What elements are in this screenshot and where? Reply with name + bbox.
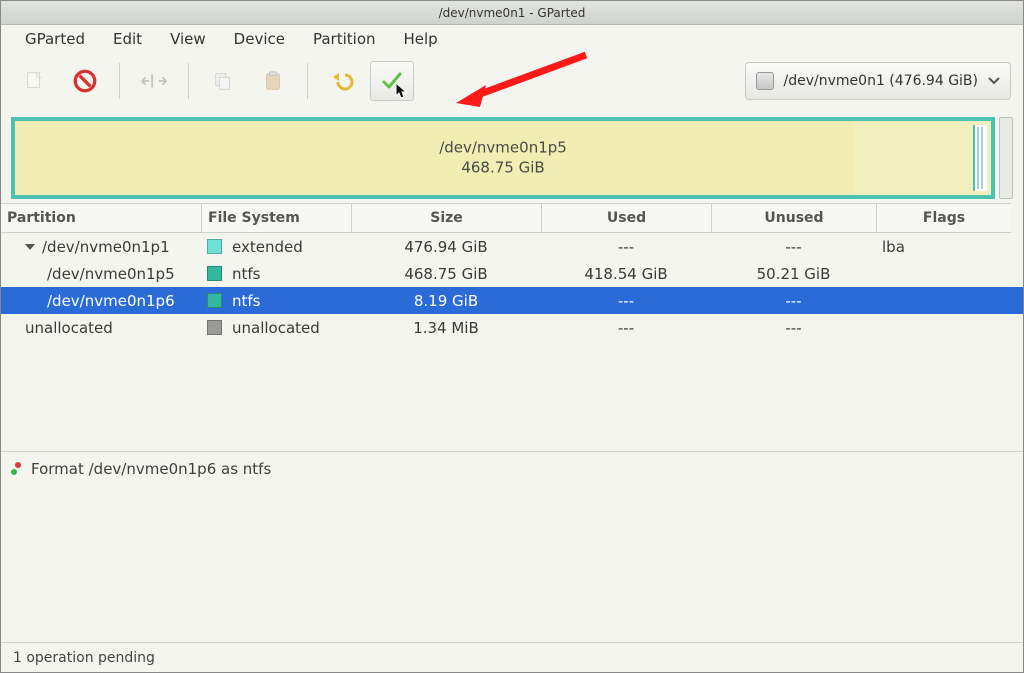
cell-used: 418.54 GiB: [541, 265, 711, 283]
cell-unused: ---: [711, 319, 876, 337]
col-flags[interactable]: Flags: [876, 203, 1011, 233]
partition-map-used: [15, 121, 854, 195]
cell-partition: unallocated: [1, 319, 201, 337]
toolbar: /dev/nvme0n1 (476.94 GiB): [1, 53, 1023, 109]
cell-filesystem: ntfs: [201, 265, 351, 283]
menu-help[interactable]: Help: [390, 25, 452, 53]
cell-size: 468.75 GiB: [351, 265, 541, 283]
table-row[interactable]: /dev/nvme0n1p6ntfs8.19 GiB------: [1, 287, 1023, 314]
menu-view[interactable]: View: [156, 25, 220, 53]
fs-label: unallocated: [232, 319, 320, 337]
cell-filesystem: unallocated: [201, 319, 351, 337]
cell-partition: /dev/nvme0n1p6: [1, 292, 201, 310]
table-row[interactable]: /dev/nvme0n1p1extended476.94 GiB------lb…: [1, 233, 1023, 260]
menu-gparted[interactable]: GParted: [11, 25, 99, 53]
col-filesystem[interactable]: File System: [201, 203, 351, 233]
col-partition[interactable]: Partition: [1, 203, 201, 233]
cell-size: 8.19 GiB: [351, 292, 541, 310]
partition-name: /dev/nvme0n1p1: [42, 238, 170, 256]
partition-name: unallocated: [25, 319, 113, 337]
cell-filesystem: ntfs: [201, 292, 351, 310]
toolbar-separator: [119, 63, 120, 99]
partition-name: /dev/nvme0n1p5: [47, 265, 175, 283]
format-operation-icon: [11, 462, 25, 476]
partition-table: Partition File System Size Used Unused F…: [1, 203, 1023, 341]
paste-icon: [262, 70, 284, 92]
apply-button[interactable]: [370, 61, 414, 101]
fs-swatch-icon: [207, 320, 222, 335]
expander-icon[interactable]: [25, 244, 35, 250]
cell-partition: /dev/nvme0n1p1: [1, 238, 201, 256]
toolbar-separator: [188, 63, 189, 99]
disk-icon: [756, 72, 774, 90]
table-row[interactable]: unallocatedunallocated1.34 MiB------: [1, 314, 1023, 341]
cell-size: 1.34 MiB: [351, 319, 541, 337]
map-scrollbar[interactable]: [999, 117, 1013, 199]
statusbar: 1 operation pending: [1, 642, 1023, 672]
paste-button[interactable]: [251, 61, 295, 101]
col-unused[interactable]: Unused: [711, 203, 876, 233]
copy-button[interactable]: [201, 61, 245, 101]
new-partition-button[interactable]: [13, 61, 57, 101]
cell-size: 476.94 GiB: [351, 238, 541, 256]
col-used[interactable]: Used: [541, 203, 711, 233]
toolbar-separator: [307, 63, 308, 99]
chevron-down-icon: [988, 75, 1000, 87]
delete-partition-button[interactable]: [63, 61, 107, 101]
table-row[interactable]: /dev/nvme0n1p5 ntfs 468.75 GiB418.54 GiB50…: [1, 260, 1023, 287]
resize-move-button[interactable]: [132, 61, 176, 101]
gparted-window: /dev/nvme0n1 - GParted GParted Edit View…: [0, 0, 1024, 673]
cell-filesystem: extended: [201, 238, 351, 256]
cell-used: ---: [541, 292, 711, 310]
annotation-arrow: [456, 49, 596, 109]
partition-map-label: /dev/nvme0n1p5 468.75 GiB: [439, 139, 567, 178]
window-title: /dev/nvme0n1 - GParted: [439, 6, 586, 20]
partition-table-body: /dev/nvme0n1p1extended476.94 GiB------lb…: [1, 233, 1023, 341]
partition-map-size: 468.75 GiB: [439, 158, 567, 178]
partition-map-name: /dev/nvme0n1p5: [439, 139, 567, 159]
fs-swatch-icon: [207, 293, 222, 308]
cell-unused: 50.21 GiB: [711, 265, 876, 283]
undo-button[interactable]: [320, 61, 364, 101]
partition-map-row: /dev/nvme0n1p5 468.75 GiB: [1, 109, 1023, 199]
cell-unused: ---: [711, 238, 876, 256]
pending-operations[interactable]: Format /dev/nvme0n1p6 as ntfs: [1, 451, 1023, 486]
cell-used: ---: [541, 238, 711, 256]
menu-partition[interactable]: Partition: [299, 25, 390, 53]
fs-label: extended: [232, 238, 303, 256]
partition-map[interactable]: /dev/nvme0n1p5 468.75 GiB: [11, 117, 995, 199]
menu-edit[interactable]: Edit: [99, 25, 156, 53]
cell-flags: lba: [876, 238, 1011, 256]
col-size[interactable]: Size: [351, 203, 541, 233]
cell-unused: ---: [711, 292, 876, 310]
document-new-icon: [24, 70, 46, 92]
device-selector[interactable]: /dev/nvme0n1 (476.94 GiB): [745, 62, 1011, 100]
undo-icon: [330, 69, 354, 93]
copy-icon: [212, 70, 234, 92]
menu-device[interactable]: Device: [220, 25, 299, 53]
operation-label: Format /dev/nvme0n1p6 as ntfs: [31, 460, 271, 478]
device-selector-label: /dev/nvme0n1 (476.94 GiB): [784, 73, 978, 89]
fs-swatch-icon: [207, 266, 222, 281]
delete-icon: [72, 68, 98, 94]
partition-map-tail: [973, 125, 987, 191]
partition-name: /dev/nvme0n1p6: [47, 292, 175, 310]
fs-swatch-icon: [207, 239, 222, 254]
resize-icon: [140, 71, 168, 91]
partition-table-header: Partition File System Size Used Unused F…: [1, 203, 1023, 233]
cursor-icon: [395, 82, 409, 100]
titlebar: /dev/nvme0n1 - GParted: [1, 1, 1023, 25]
fs-label: ntfs: [232, 265, 260, 283]
cell-used: ---: [541, 319, 711, 337]
menubar: GParted Edit View Device Partition Help: [1, 25, 1023, 53]
status-text: 1 operation pending: [13, 650, 155, 666]
cell-partition: /dev/nvme0n1p5: [1, 265, 201, 283]
fs-label: ntfs: [232, 292, 260, 310]
